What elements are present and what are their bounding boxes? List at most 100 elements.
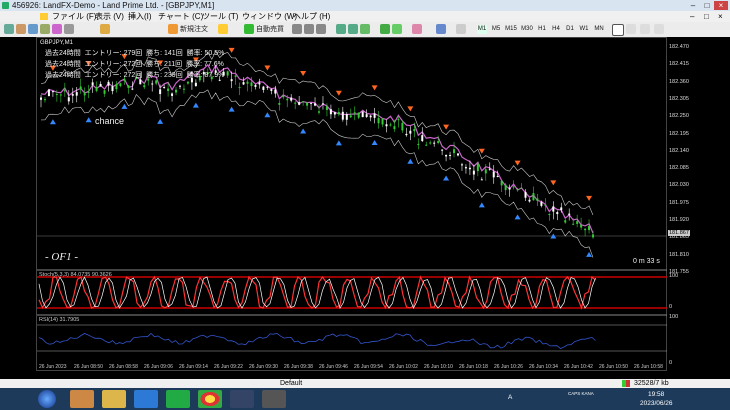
menu-view[interactable]: 表示 (V) — [95, 11, 124, 22]
candle-body — [560, 207, 563, 210]
menu-window[interactable]: ウィンドウ (W) — [242, 11, 297, 22]
sell-arrow — [228, 47, 235, 53]
tester-icon[interactable] — [100, 24, 110, 34]
chart-shift-icon[interactable] — [392, 24, 402, 34]
start-button[interactable] — [38, 390, 56, 408]
tf-h4[interactable]: H4 — [551, 25, 561, 34]
candle-body — [564, 220, 567, 223]
market-watch-icon[interactable] — [28, 24, 38, 34]
candle-body — [155, 80, 158, 84]
new-order-button[interactable]: 新規注文 — [180, 24, 208, 35]
chance-label: chance — [95, 116, 125, 126]
time-tick: 26 Jun 09:14 — [179, 364, 208, 370]
sell-arrow — [407, 106, 414, 112]
taskbar-app-icon[interactable] — [230, 390, 254, 408]
child-close-button[interactable]: × — [718, 11, 723, 22]
time-tick: 26 Jun 10:10 — [424, 364, 453, 370]
auto-trading-icon[interactable] — [244, 24, 254, 34]
candle-body — [75, 92, 78, 96]
rsi-line — [38, 332, 596, 349]
crosshair-icon[interactable] — [626, 24, 636, 34]
clock-time[interactable]: 19:58 — [648, 391, 664, 398]
close-button[interactable]: × — [714, 1, 728, 10]
vertical-line-icon[interactable] — [640, 24, 650, 34]
clock-date[interactable]: 2023/06/26 — [640, 400, 673, 407]
candle-body — [460, 164, 463, 166]
menu-help[interactable]: ヘルプ (H) — [293, 11, 330, 22]
candle-body — [385, 124, 388, 127]
tf-m5[interactable]: M5 — [491, 25, 501, 34]
candle-body — [524, 192, 527, 198]
candle-body — [278, 103, 281, 105]
candle-body — [79, 86, 82, 90]
candle-body — [492, 171, 495, 178]
candle-body — [381, 119, 384, 125]
minimize-button[interactable]: – — [686, 1, 700, 10]
line-chart-icon[interactable] — [316, 24, 326, 34]
new-chart-icon[interactable] — [4, 24, 14, 34]
candle-body — [250, 82, 253, 87]
tf-d1[interactable]: D1 — [565, 25, 575, 34]
menu-chart-icon — [40, 13, 48, 20]
candle-body — [59, 94, 62, 96]
candle-body — [568, 213, 571, 215]
data-window-icon[interactable] — [40, 24, 50, 34]
cursor-icon[interactable] — [612, 24, 624, 36]
buy-arrow — [300, 128, 307, 134]
profiles-icon[interactable] — [16, 24, 26, 34]
taskbar-media-icon[interactable] — [70, 390, 94, 408]
zoom-in-icon[interactable] — [336, 24, 346, 34]
taskbar-spreadsheet-icon[interactable] — [166, 390, 190, 408]
candle-body — [532, 193, 535, 201]
menu-charts[interactable]: チャート (C) — [158, 11, 203, 22]
taskbar-mt4-icon[interactable] — [262, 390, 286, 408]
autoscroll-icon[interactable] — [380, 24, 390, 34]
price-tick: 182.140 — [669, 147, 689, 154]
menu-file[interactable]: ファイル (F) — [52, 11, 96, 22]
buy-arrow — [478, 202, 485, 208]
tile-windows-icon[interactable] — [360, 24, 370, 34]
menu-tools[interactable]: ツール (T) — [202, 11, 238, 22]
maximize-button[interactable]: □ — [700, 1, 714, 10]
chart-canvas[interactable]: 26 Jun 2023 26 Jun 08:50 26 Jun 08:58 26 Ju… — [37, 38, 668, 372]
left-frame — [0, 37, 36, 371]
navigator-icon[interactable] — [52, 24, 62, 34]
candle-body — [143, 85, 146, 88]
taskbar-edge-icon[interactable] — [134, 390, 158, 408]
periods-icon[interactable] — [436, 24, 446, 34]
tf-w1[interactable]: W1 — [579, 25, 589, 34]
tf-mn[interactable]: MN — [593, 25, 605, 34]
tf-h1[interactable]: H1 — [537, 25, 547, 34]
child-minimize-button[interactable]: – — [690, 11, 694, 22]
meta-editor-icon[interactable] — [218, 24, 228, 34]
tf-m30[interactable]: M30 — [521, 25, 533, 34]
taskbar-explorer-icon[interactable] — [102, 390, 126, 408]
templates-icon[interactable] — [456, 24, 466, 34]
horizontal-line-icon[interactable] — [654, 24, 664, 34]
bar-chart-icon[interactable] — [292, 24, 302, 34]
tf-m1[interactable]: M1 — [477, 25, 487, 34]
tf-m15[interactable]: M15 — [505, 25, 517, 34]
ime-indicator[interactable]: A — [508, 394, 512, 401]
candle-body — [246, 81, 249, 84]
menu-insert[interactable]: 挿入(I) — [128, 11, 152, 22]
child-restore-button[interactable]: □ — [704, 11, 709, 22]
candle-body — [449, 154, 452, 156]
candle-chart-icon[interactable] — [304, 24, 314, 34]
price-tick: 182.415 — [669, 61, 689, 68]
price-axis[interactable]: 182.470 182.415 182.360 182.305 182.250 182.1… — [667, 37, 698, 371]
sell-arrow — [371, 85, 378, 91]
rsi-tick-high: 100 — [669, 314, 679, 320]
auto-trading-button[interactable]: 自動売買 — [256, 24, 284, 35]
terminal-icon[interactable] — [64, 24, 74, 34]
chart-window[interactable]: 26 Jun 2023 26 Jun 08:50 26 Jun 08:58 26 Ju… — [36, 37, 668, 372]
zoom-out-icon[interactable] — [348, 24, 358, 34]
time-tick: 26 Jun 10:26 — [494, 364, 523, 370]
buy-arrow — [335, 140, 342, 146]
time-tick: 26 Jun 08:58 — [109, 364, 138, 370]
taskbar-chrome-icon[interactable] — [198, 390, 222, 408]
new-order-icon[interactable] — [168, 24, 178, 34]
indicators-icon[interactable] — [412, 24, 422, 34]
traffic-status: 32528/7 kb — [634, 380, 669, 387]
price-tick: 181.810 — [669, 251, 689, 258]
